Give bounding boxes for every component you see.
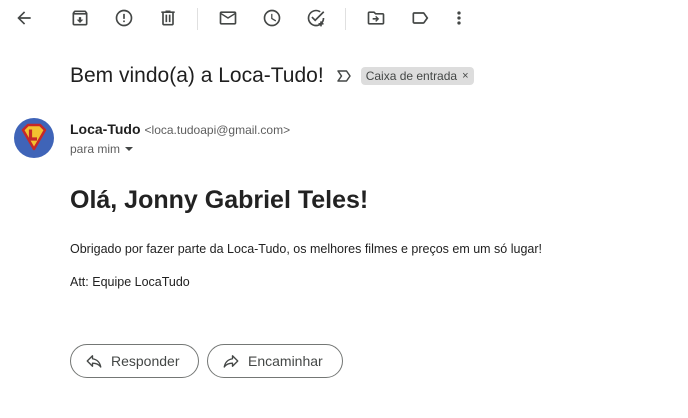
- back-arrow-icon[interactable]: [9, 3, 39, 33]
- importance-marker-icon[interactable]: [336, 68, 352, 84]
- move-to-icon[interactable]: [361, 3, 391, 33]
- email-body-paragraph: Obrigado por fazer parte da Loca-Tudo, o…: [70, 242, 542, 256]
- archive-icon[interactable]: [65, 3, 95, 33]
- more-options-icon[interactable]: [444, 3, 474, 33]
- sender-avatar[interactable]: [14, 118, 54, 158]
- toolbar: [0, 0, 688, 38]
- add-task-icon[interactable]: [301, 3, 331, 33]
- label-icon[interactable]: [405, 3, 435, 33]
- sender-line: Loca-Tudo <loca.tudoapi@gmail.com>: [70, 121, 290, 137]
- reply-label: Responder: [111, 353, 180, 369]
- delete-icon[interactable]: [153, 3, 183, 33]
- toolbar-divider: [197, 8, 198, 30]
- email-greeting: Olá, Jonny Gabriel Teles!: [70, 186, 369, 214]
- superman-logo-icon: [21, 123, 47, 151]
- chevron-down-icon: [125, 147, 134, 151]
- toolbar-divider: [345, 8, 346, 30]
- sender-email: <loca.tudoapi@gmail.com>: [144, 123, 291, 137]
- reply-button[interactable]: Responder: [70, 344, 199, 378]
- report-spam-icon[interactable]: [109, 3, 139, 33]
- email-subject: Bem vindo(a) a Loca-Tudo!: [70, 64, 324, 87]
- recipient-label: para mim: [70, 142, 121, 156]
- mark-unread-icon[interactable]: [213, 3, 243, 33]
- recipient-details-toggle[interactable]: para mim: [70, 142, 134, 156]
- snooze-icon[interactable]: [257, 3, 287, 33]
- remove-label-icon[interactable]: ×: [462, 70, 468, 82]
- reply-icon: [86, 355, 102, 368]
- subject-row: Bem vindo(a) a Loca-Tudo! Caixa de entra…: [70, 64, 474, 88]
- forward-icon: [223, 355, 239, 368]
- forward-button[interactable]: Encaminhar: [207, 344, 343, 378]
- inbox-label-text: Caixa de entrada: [365, 69, 458, 83]
- sender-name[interactable]: Loca-Tudo: [70, 121, 141, 137]
- email-signature: Att: Equipe LocaTudo: [70, 275, 190, 289]
- forward-label: Encaminhar: [248, 353, 323, 369]
- inbox-label-chip: Caixa de entrada ×: [360, 67, 474, 85]
